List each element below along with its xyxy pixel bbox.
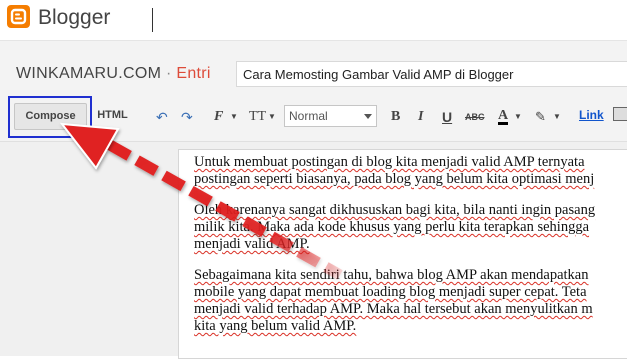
format-select-value: Normal xyxy=(289,109,328,123)
font-size-icon[interactable]: TT xyxy=(249,109,266,125)
highlight-color-icon[interactable]: ✎ xyxy=(535,109,546,125)
blogger-logo-icon[interactable] xyxy=(7,5,30,28)
undo-icon[interactable]: ↶ xyxy=(156,109,168,125)
breadcrumb-separator: · xyxy=(165,65,172,82)
section-label: Entri xyxy=(176,65,211,82)
text-line: Sebagaimana kita sendiri tahu, bahwa blo… xyxy=(194,267,589,283)
blog-name[interactable]: WINKAMARU.COM xyxy=(16,65,161,82)
text-line: menjadi valid AMP. xyxy=(194,236,310,252)
brand-name: Blogger xyxy=(38,6,111,29)
italic-button[interactable]: I xyxy=(418,109,423,125)
chevron-down-icon[interactable]: ▼ xyxy=(514,109,522,125)
paragraph: Untuk membuat postingan di blog kita men… xyxy=(194,154,627,188)
html-button[interactable]: HTML xyxy=(90,103,135,130)
top-bar: Blogger xyxy=(0,0,627,40)
chevron-down-icon xyxy=(364,114,372,119)
format-select[interactable]: Normal xyxy=(284,105,377,127)
text-line: Untuk membuat postingan di blog kita men… xyxy=(194,154,585,170)
text-line: milik kita. Maka ada kode khusus yang pe… xyxy=(194,219,590,235)
compose-button[interactable]: Compose xyxy=(14,103,87,130)
post-title-input[interactable] xyxy=(236,61,627,87)
text-color-button[interactable]: A xyxy=(498,109,509,125)
divider xyxy=(152,8,153,32)
text-line: mobile yang dapat membuat loading blog m… xyxy=(194,284,587,300)
title-bar: WINKAMARU.COM · Entri xyxy=(0,40,627,96)
text-line: kita yang belum valid AMP. xyxy=(194,318,357,334)
post-content[interactable]: Untuk membuat postingan di blog kita men… xyxy=(194,154,627,349)
chevron-down-icon[interactable]: ▼ xyxy=(230,109,238,125)
text-line: Oleh karenanya sangat dikhususkan bagi k… xyxy=(194,202,596,218)
bold-button[interactable]: B xyxy=(391,109,400,125)
chevron-down-icon[interactable]: ▼ xyxy=(553,109,561,125)
strikethrough-button[interactable]: ABC xyxy=(465,109,485,125)
underline-button[interactable]: U xyxy=(442,109,452,125)
blog-breadcrumb: WINKAMARU.COM · Entri xyxy=(16,65,211,83)
paragraph: Sebagaimana kita sendiri tahu, bahwa blo… xyxy=(194,267,627,335)
paragraph: Oleh karenanya sangat dikhususkan bagi k… xyxy=(194,202,627,253)
font-family-icon[interactable]: F xyxy=(214,109,223,125)
redo-icon[interactable]: ↷ xyxy=(181,109,193,125)
text-line: menjadi valid terhadap AMP. Maka hal ter… xyxy=(194,301,593,317)
text-line: postingan seperti biasanya, pada blog ya… xyxy=(194,171,595,187)
editor-toolbar: Compose HTML ↶ ↷ F ▼ TT ▼ Normal B I U A… xyxy=(0,95,627,142)
link-button[interactable]: Link xyxy=(579,108,604,122)
insert-image-icon[interactable] xyxy=(613,107,627,121)
chevron-down-icon[interactable]: ▼ xyxy=(268,109,276,125)
